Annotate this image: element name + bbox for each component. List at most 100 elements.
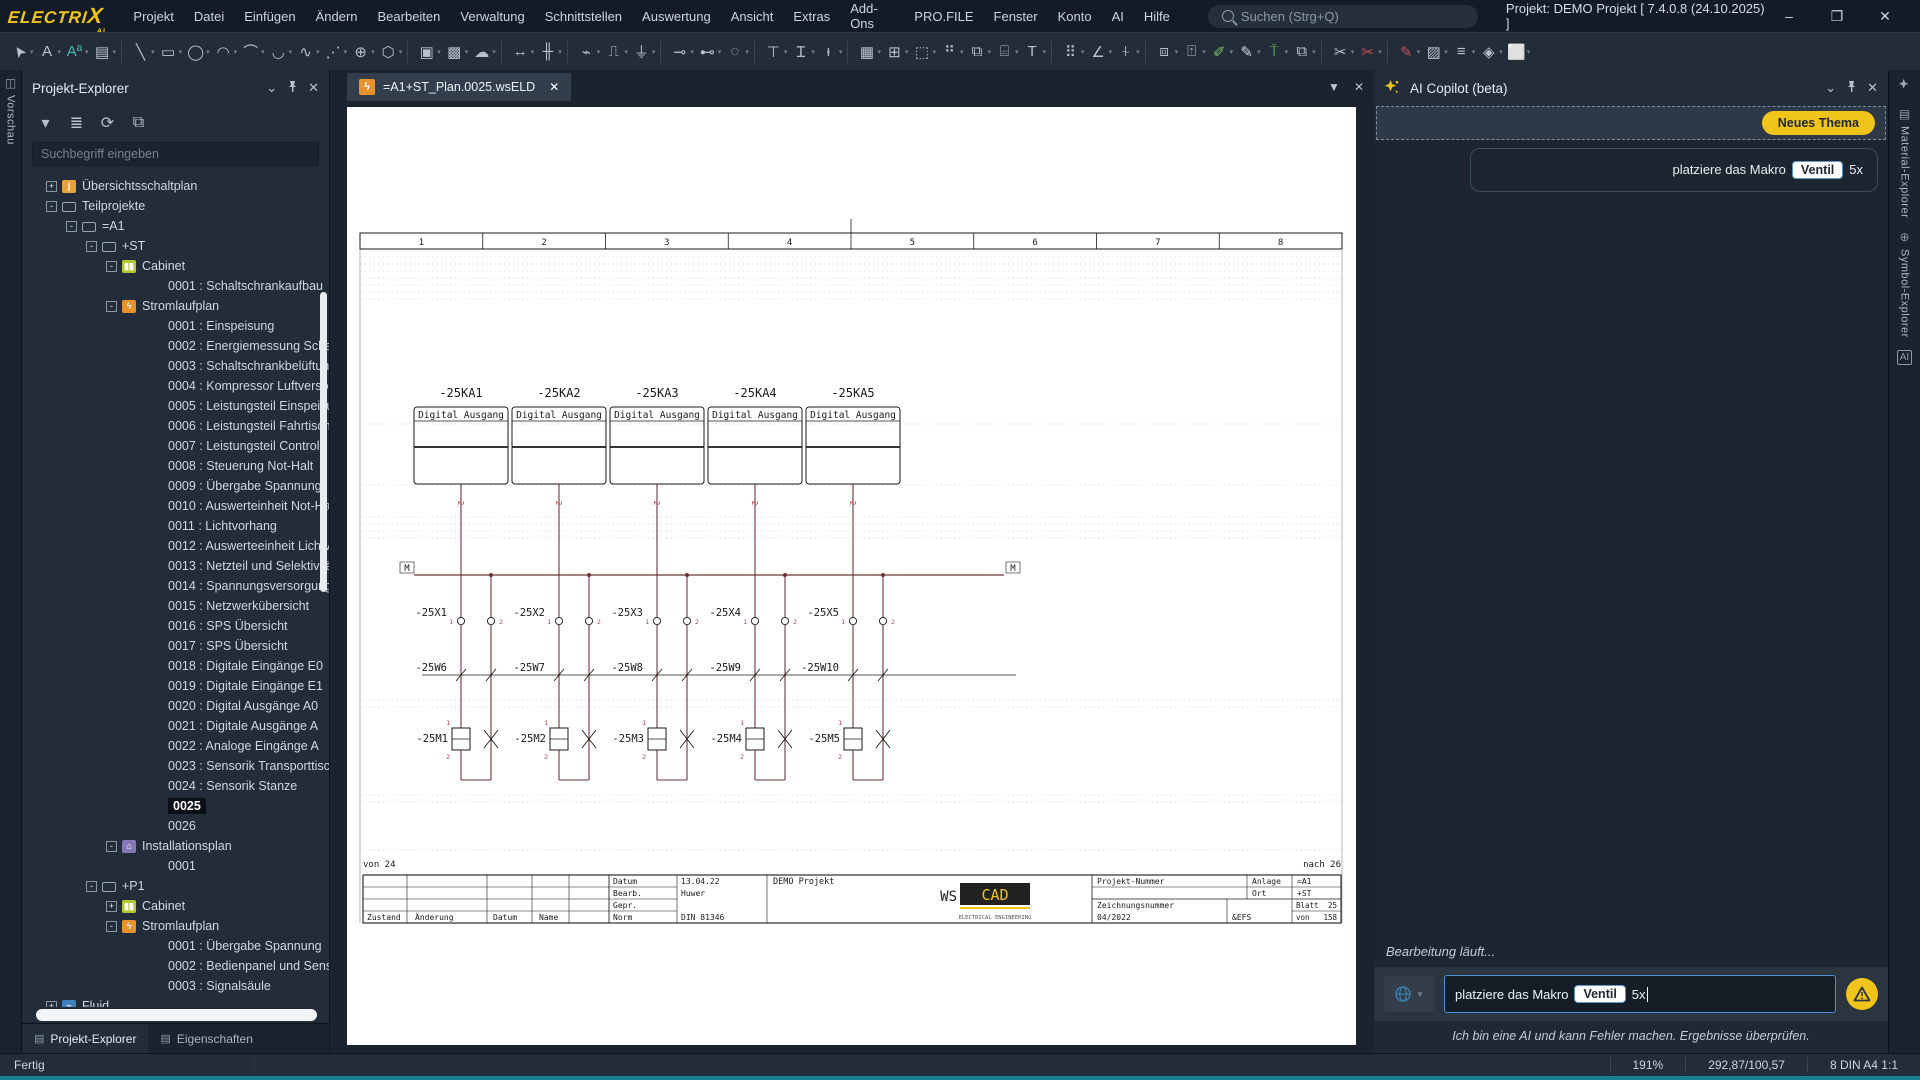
tree-expander[interactable]: -	[66, 220, 77, 232]
toolbar-dropdown-caret[interactable]: ▾	[1527, 48, 1531, 56]
tree-item[interactable]: 0015 : Netzwerkübersicht	[22, 596, 329, 616]
tree-item[interactable]: - =A1	[22, 216, 329, 236]
tree-item[interactable]: 0020 : Digital Ausgänge A0	[22, 696, 329, 716]
toolbar-select-pointer-icon[interactable]: ➤	[1, 33, 38, 70]
tree-item[interactable]: + | Übersichtsschaltplan	[22, 176, 329, 196]
toolbar-arc-small-icon[interactable]: ⌒	[237, 39, 264, 65]
global-search-input[interactable]: Suchen (Strg+Q)	[1207, 4, 1478, 28]
tree-expander[interactable]: -	[106, 260, 117, 272]
tree-item[interactable]: 0001 : Übergabe Spannung	[22, 936, 329, 956]
tree-item[interactable]: - ⌂ Installationsplan	[22, 836, 329, 856]
menu-addons[interactable]: Add-Ons	[840, 0, 904, 35]
tree-expander[interactable]: -	[86, 880, 97, 892]
toolbar-window-plc-icon[interactable]: ⧉	[1288, 39, 1315, 65]
toolbar-line-stack-icon[interactable]: ≡	[1448, 39, 1475, 65]
tree-item[interactable]: 0026	[22, 816, 329, 836]
explorer-tree-filter-caret[interactable]: ▾	[32, 110, 59, 136]
toolbar-text-t-icon[interactable]: T	[1019, 39, 1046, 65]
toolbar-terminal-strip-icon[interactable]: ᵻ	[815, 39, 842, 65]
tree-item[interactable]: 0008 : Steuerung Not-Halt	[22, 456, 329, 476]
toolbar-plc-box-icon[interactable]: ▦	[853, 39, 880, 65]
menu-profile[interactable]: PRO.FILE	[904, 5, 983, 28]
tree-item[interactable]: 0003 : Signalsäule	[22, 976, 329, 996]
tree-item[interactable]: 0016 : SPS Übersicht	[22, 616, 329, 636]
tree-item[interactable]: 0001 : Einspeisung	[22, 316, 329, 336]
pin-icon[interactable]	[1846, 80, 1857, 96]
toolbar-circle-icon[interactable]: ◯	[182, 39, 209, 65]
toolbar-dropdown-caret[interactable]: ▾	[492, 48, 496, 56]
tree-item[interactable]: 0024 : Sensorik Stanze	[22, 776, 329, 796]
tree-horizontal-scrollbar[interactable]	[36, 1009, 317, 1021]
close-icon[interactable]: ✕	[308, 80, 319, 96]
toolbar-macro-insert-icon[interactable]: ⍐	[1178, 39, 1205, 65]
tab-list-icon[interactable]: ▼	[1328, 80, 1340, 94]
toolbar-dropdown-caret[interactable]: ▾	[839, 48, 843, 56]
toolbar-sheet-icon[interactable]: ▤	[89, 39, 116, 65]
toolbar-pin-tall-icon[interactable]: ⍭	[1112, 39, 1139, 65]
tree-item[interactable]: 0001	[22, 856, 329, 876]
tree-item[interactable]: - Teilprojekte	[22, 196, 329, 216]
tree-item[interactable]: - ϟ Stromlaufplan	[22, 296, 329, 316]
toolbar-group-squares-icon[interactable]: ⠿	[1057, 39, 1084, 65]
toolbar-text-icon[interactable]: A	[34, 39, 61, 65]
explorer-refresh[interactable]: ⟳	[94, 110, 121, 136]
toolbar-terminal-i-icon[interactable]: Ɪ	[787, 39, 814, 65]
close-icon[interactable]: ✕	[1867, 80, 1878, 96]
menu-ansicht[interactable]: Ansicht	[721, 5, 784, 28]
schematic-sheet[interactable]: 1 2 3 4 5 6 7 8 Digital Ausgang -25KA1 Digital Aus…	[347, 107, 1356, 1045]
toolbar-window-box-icon[interactable]: ⧉	[964, 39, 991, 65]
tree-item[interactable]: 0001 : Schaltschrankaufbau	[22, 276, 329, 296]
tree-item[interactable]: 0023 : Sensorik Transporttisch	[22, 756, 329, 776]
tree-item[interactable]: 0017 : SPS Übersicht	[22, 636, 329, 656]
toolbar-cabinet-box-icon[interactable]: ⌸	[991, 39, 1018, 65]
tabbar-close-icon[interactable]: ✕	[1354, 80, 1364, 94]
menu-ai[interactable]: AI	[1102, 5, 1134, 28]
menu-datei[interactable]: Datei	[184, 5, 234, 28]
tree-expander[interactable]: -	[106, 840, 117, 852]
tree-item[interactable]: 0022 : Analoge Eingänge A	[22, 736, 329, 756]
tree-item[interactable]: 0005 : Leistungsteil Einspeisung	[22, 396, 329, 416]
toolbar-image-insert-icon[interactable]: ▩	[441, 39, 468, 65]
menu-fenster[interactable]: Fenster	[984, 5, 1048, 28]
ai-copilot-edge-icon[interactable]	[1889, 78, 1920, 97]
toolbar-node-connect-icon[interactable]: ⋰	[320, 39, 347, 65]
tree-expander[interactable]: -	[86, 240, 97, 252]
zoom-level[interactable]: 191%	[1609, 1057, 1686, 1073]
menu-bearbeiten[interactable]: Bearbeiten	[368, 5, 451, 28]
toolbar-spline-icon[interactable]: ∿	[292, 39, 319, 65]
toolbar-potential-icon[interactable]: ⌁	[573, 39, 600, 65]
toolbar-connection-angle-icon[interactable]: ⊷	[694, 39, 721, 65]
toolbar-text-annotate-icon[interactable]: Aª	[61, 39, 88, 65]
toolbar-dropdown-caret[interactable]: ▾	[558, 48, 562, 56]
toolbar-brush-icon[interactable]: ✐	[1206, 39, 1233, 65]
toolbar-connection-icon[interactable]: ⊸	[666, 39, 693, 65]
tree-item[interactable]: 0009 : Übergabe Spannung	[22, 476, 329, 496]
tree-item[interactable]: 0013 : Netzteil und Selektivität	[22, 556, 329, 576]
tree-item[interactable]: 0002 : Energiemessung Schaltschrank	[22, 336, 329, 356]
explorer-new-documents[interactable]: ≣	[63, 110, 90, 136]
new-topic-button[interactable]: Neues Thema	[1761, 111, 1875, 135]
toolbar-polygon-icon[interactable]: ⬡	[375, 39, 402, 65]
toolbar-dropdown-caret[interactable]: ▾	[1312, 48, 1316, 56]
toolbar-dotted-ellipse-icon[interactable]: ◌	[721, 39, 748, 65]
tab-close-icon[interactable]: ✕	[549, 80, 559, 94]
chevron-down-icon[interactable]: ⌄	[266, 80, 277, 96]
toolbar-circle-axes-icon[interactable]: ⊕	[347, 39, 374, 65]
tree-item[interactable]: 0002 : Bedienpanel und Sensorik	[22, 956, 329, 976]
toolbar-arc-lower-icon[interactable]: ◡	[265, 39, 292, 65]
menu-konto[interactable]: Konto	[1048, 5, 1102, 28]
menu-hilfe[interactable]: Hilfe	[1134, 5, 1180, 28]
toolbar-potential-double-icon[interactable]: ⎍	[600, 39, 627, 65]
toolbar-pen-icon[interactable]: ✎	[1233, 39, 1260, 65]
toolbar-pin-green-icon[interactable]: ⍑	[1261, 39, 1288, 65]
toolbar-terminal-icon[interactable]: ⊤	[760, 39, 787, 65]
symbol-explorer-tab[interactable]: ⊕ Symbol-Explorer	[1889, 224, 1920, 344]
restore-button[interactable]: ❐	[1820, 8, 1854, 25]
tree-item[interactable]: 0019 : Digitale Eingänge E1	[22, 676, 329, 696]
tree-item[interactable]: 0018 : Digitale Eingänge E0	[22, 656, 329, 676]
tree-expander[interactable]: +	[46, 1000, 57, 1007]
tree-item[interactable]: 0012 : Auswerteeinheit Lichtvorhang	[22, 536, 329, 556]
ai-prompt-input[interactable]: platziere das Makro Ventil 5x	[1444, 975, 1836, 1013]
tree-item[interactable]: 0011 : Lichtvorhang	[22, 516, 329, 536]
vorschau-tab[interactable]: ◫ Vorschau	[0, 70, 21, 151]
